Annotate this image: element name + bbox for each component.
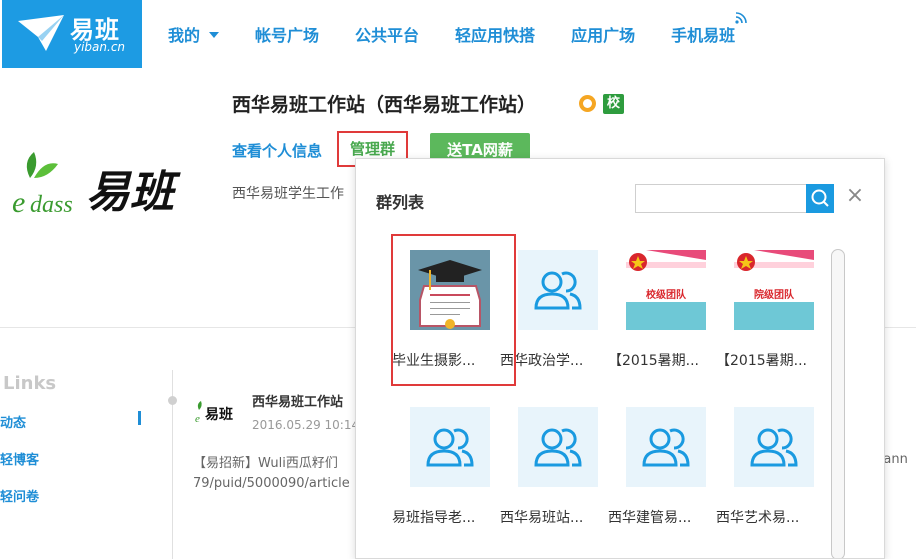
users-icon [534, 271, 582, 310]
group-card[interactable]: 易班指导老... [392, 407, 500, 547]
group-card[interactable]: 西华建管易... [608, 407, 716, 547]
avatar[interactable]: e 易班 [193, 392, 241, 432]
group-search-input[interactable] [635, 184, 808, 213]
nav-item-mine[interactable]: 我的 [168, 22, 220, 46]
post-author[interactable]: 西华易班工作站 [252, 391, 343, 410]
group-name: 【2015暑期... [716, 353, 807, 369]
group-name: 易班指导老... [392, 510, 476, 526]
group-card[interactable]: 西华政治学... [500, 250, 608, 390]
group-thumb [518, 407, 598, 487]
school-badge: 校 [603, 94, 624, 114]
nav-item-light-app[interactable]: 轻应用快搭 [455, 22, 535, 46]
group-thumb [518, 250, 598, 330]
nav-item-account-square[interactable]: 帐号广场 [255, 22, 319, 46]
timeline-dot [168, 396, 177, 405]
active-indicator [138, 411, 141, 425]
svg-text:dass: dass [30, 192, 73, 218]
top-bar: 易班 yiban.cn 我的 帐号广场 公共平台 轻应用快搭 应用广场 手机易班 [0, 0, 916, 68]
post-text: 【易招新】Wuli西瓜籽们 [193, 456, 338, 471]
group-thumb [410, 407, 490, 487]
chevron-down-icon [209, 32, 220, 38]
view-profile-link[interactable]: 查看个人信息 [232, 140, 322, 161]
group-name: 西华建管易... [608, 510, 692, 526]
main-nav: 我的 帐号广场 公共平台 轻应用快搭 应用广场 手机易班 [168, 0, 771, 68]
users-icon [642, 428, 690, 467]
post-link-text[interactable]: 79/puid/5000090/article [193, 476, 350, 491]
paper-plane-icon [18, 15, 64, 51]
sidebar-item-light-blog[interactable]: 轻博客 [0, 449, 39, 468]
users-icon [534, 428, 582, 467]
group-name: 西华易班站... [500, 510, 584, 526]
group-name: 西华政治学... [500, 353, 584, 369]
group-name: 【2015暑期... [608, 353, 699, 369]
users-icon [426, 428, 474, 467]
eclass-logo: e dass 易班 [0, 130, 205, 240]
popup-title: 群列表 [376, 193, 425, 212]
search-icon [811, 189, 829, 207]
sidebar-item-survey[interactable]: 轻问卷 [0, 486, 39, 505]
profile-description: 西华易班学生工作 [232, 186, 344, 202]
group-card[interactable]: 校级团队 【2015暑期... [608, 250, 716, 390]
svg-text:e: e [195, 413, 200, 425]
wifi-icon [735, 12, 747, 24]
logo-domain: yiban.cn [74, 40, 126, 54]
banner-text: 院级团队 [754, 290, 794, 301]
post-date: 2016.05.29 10:14 [252, 418, 360, 432]
svg-text:e: e [12, 186, 25, 219]
group-card[interactable]: 西华艺术易... [716, 407, 824, 547]
group-name: 西华艺术易... [716, 510, 800, 526]
group-card[interactable]: 西华易班站... [500, 407, 608, 547]
search-button[interactable] [806, 184, 834, 213]
sidebar-item-feed[interactable]: 动态 [0, 412, 26, 431]
banner-text: 校级团队 [646, 290, 686, 301]
yiban-logo[interactable]: 易班 yiban.cn [2, 0, 142, 68]
group-thumb [734, 407, 814, 487]
page-title: 西华易班工作站（西华易班工作站） [232, 94, 537, 116]
selected-group-highlight [391, 234, 516, 386]
avatar-text: 易班 [205, 407, 233, 423]
nav-item-mobile[interactable]: 手机易班 [671, 12, 747, 46]
star-badge-icon [579, 95, 596, 112]
eclass-logo-text: 易班 [86, 167, 174, 218]
users-icon [750, 428, 798, 467]
group-card[interactable]: 院级团队 【2015暑期... [716, 250, 824, 390]
links-heading: Links [3, 373, 57, 394]
group-list-popup: 群列表 × 毕业生摄影... 西华政治学... 校级团队 【2015暑期... … [355, 158, 885, 559]
group-thumb [626, 407, 706, 487]
league-thumb: 校级团队 [626, 250, 706, 330]
nav-item-app-square[interactable]: 应用广场 [571, 22, 635, 46]
close-icon[interactable]: × [845, 185, 865, 207]
league-thumb: 院级团队 [734, 250, 814, 330]
nav-item-public-platform[interactable]: 公共平台 [355, 22, 419, 46]
